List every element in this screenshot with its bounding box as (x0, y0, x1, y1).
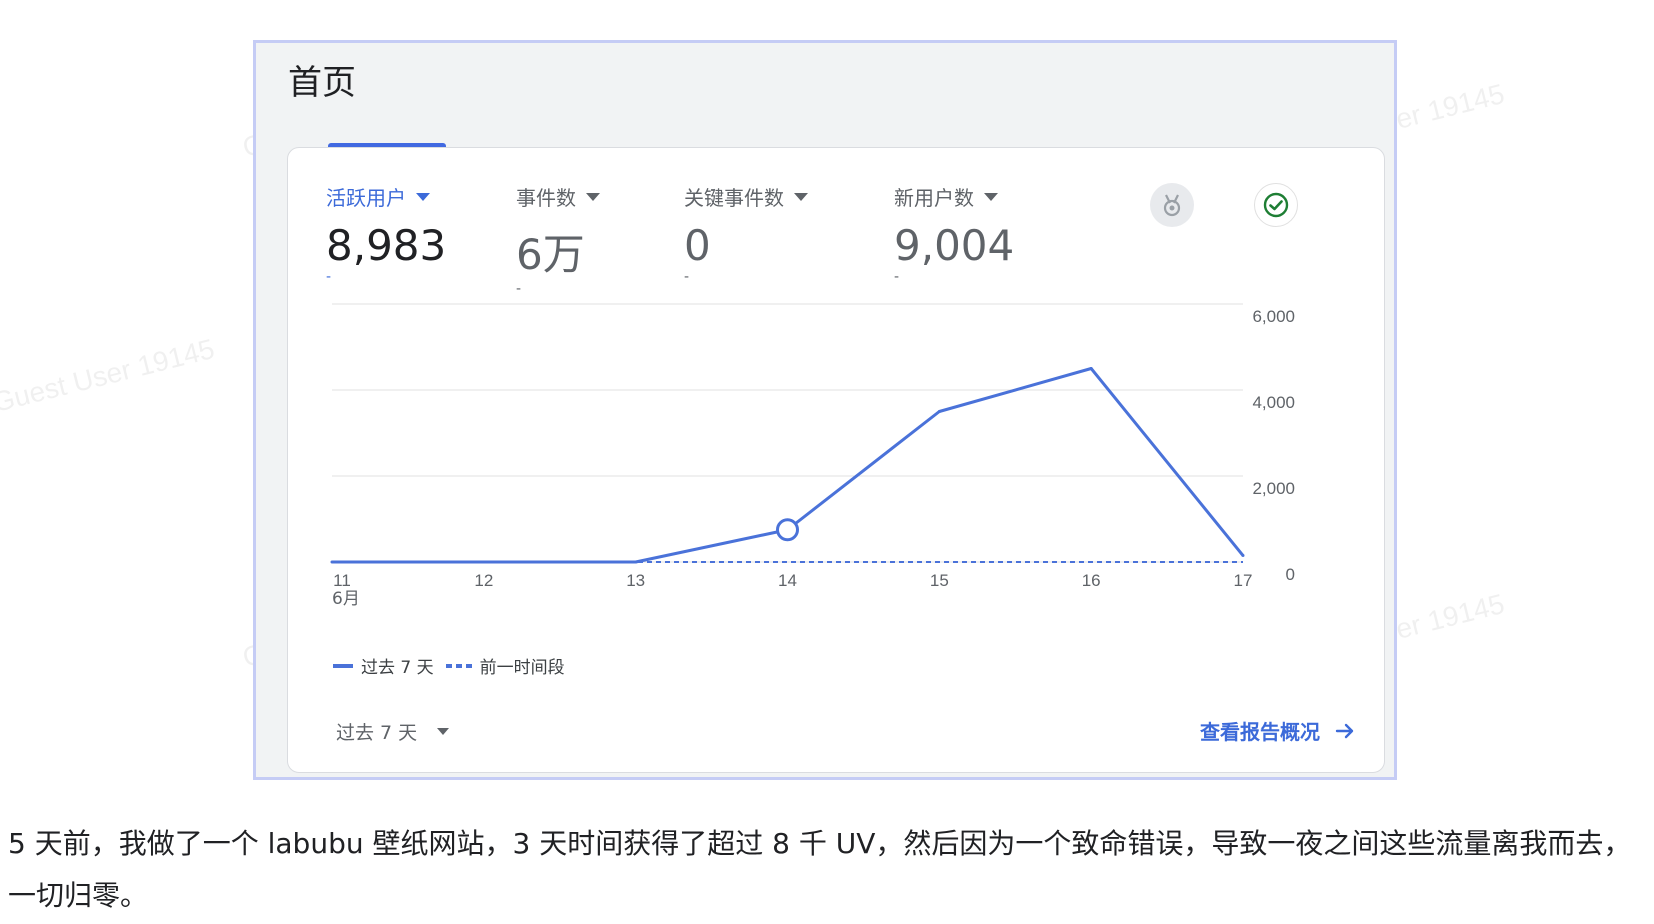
y-tick-label: 0 (1286, 565, 1295, 584)
data-point (482, 560, 486, 564)
metrics-card: 活跃用户 8,983 - 事件数 6万 - 关键事件数 0 - 新用户数 9,0… (287, 147, 1385, 773)
date-range-selector[interactable]: 过去 7 天 (336, 718, 450, 745)
x-tick-label: 11 (333, 571, 351, 590)
legend-item-previous: 前一时间段 (445, 653, 565, 678)
x-tick-label: 14 (778, 571, 797, 590)
x-tick-label: 17 (1234, 571, 1253, 590)
data-point (1089, 367, 1093, 370)
dashboard-frame: 首页 活跃用户 8,983 - 事件数 6万 - 关键事件数 0 - 新用户数 … (253, 40, 1397, 780)
data-point (634, 560, 638, 564)
x-month-label: 6月 (332, 589, 360, 609)
data-point (1241, 554, 1245, 558)
data-point (330, 560, 334, 564)
legend-item-current: 过去 7 天 (333, 653, 434, 678)
y-tick-label: 2,000 (1252, 479, 1295, 498)
legend-label: 过去 7 天 (361, 658, 434, 678)
date-range-label: 过去 7 天 (336, 722, 418, 744)
watermark: Guest User 19145 (0, 332, 218, 419)
legend-label: 前一时间段 (479, 658, 565, 678)
page-title: 首页 (288, 63, 356, 103)
arrow-right-icon (1335, 723, 1354, 738)
view-report-link[interactable]: 查看报告概况 (1200, 716, 1356, 745)
x-tick-label: 15 (930, 571, 949, 590)
x-tick-label: 13 (626, 571, 645, 590)
y-tick-label: 4,000 (1252, 393, 1295, 412)
chart-legend: 过去 7 天 前一时间段 (333, 653, 565, 678)
x-tick-label: 16 (1082, 571, 1101, 590)
line-chart: 6,000 4,000 2,000 0 11 12 13 14 15 16 17 6月 (330, 303, 1295, 609)
data-point (937, 410, 941, 413)
article-caption: 5 天前，我做了一个 labubu 壁纸网站，3 天时间获得了超过 8 千 UV… (8, 827, 1632, 912)
y-tick-label: 6,000 (1252, 307, 1295, 326)
data-point-highlight (776, 518, 799, 542)
view-report-label: 查看报告概况 (1200, 720, 1320, 744)
x-tick-label: 12 (474, 571, 493, 590)
chevron-down-icon[interactable] (437, 728, 450, 735)
